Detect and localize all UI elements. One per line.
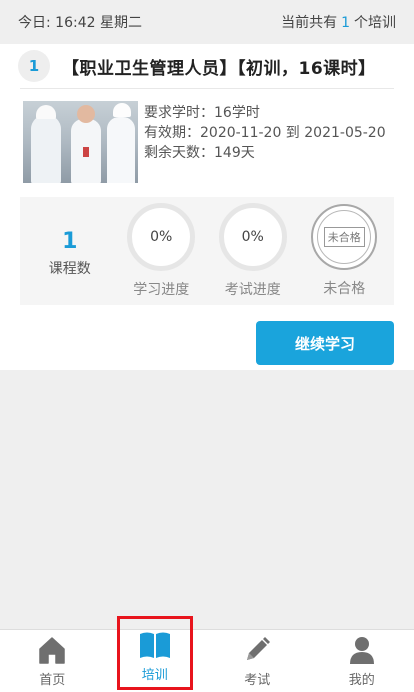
exam-progress-value: 0% <box>241 229 264 245</box>
required-hours: 要求学时：16学时 <box>144 105 260 121</box>
tab-exam-label: 考试 <box>244 673 271 688</box>
progress-stats: 1 课程数 0% 学习进度 0% 考试进度 未合格 未合格 <box>20 197 394 305</box>
course-count-value: 1 <box>62 229 78 254</box>
validity-period: 有效期：2020-11-20 到 2021-05-20 <box>144 125 386 141</box>
exam-progress-ring: 0% <box>218 203 287 271</box>
tab-exam[interactable]: 考试 <box>217 630 297 692</box>
action-row: 继续学习 <box>20 321 394 365</box>
tab-profile-label: 我的 <box>348 673 375 688</box>
result-label: 未合格 <box>323 281 366 297</box>
cover-figure <box>31 115 61 183</box>
continue-learning-button[interactable]: 继续学习 <box>256 321 394 365</box>
exam-progress-label: 考试进度 <box>224 282 281 298</box>
course-title-row[interactable]: 1 【职业卫生管理人员】【初训，16课时】 <box>18 44 394 89</box>
book-icon <box>138 630 172 660</box>
course-details: 要求学时：16学时 有效期：2020-11-20 到 2021-05-20 剩余… <box>144 101 386 183</box>
tab-training-label: 培训 <box>141 668 168 683</box>
course-title[interactable]: 【职业卫生管理人员】【初训，16课时】 <box>62 54 376 79</box>
stamp-text: 未合格 <box>323 227 365 247</box>
cover-figure <box>36 105 56 119</box>
course-index-badge: 1 <box>18 50 50 82</box>
remaining-days: 剩余天数：149天 <box>144 145 255 161</box>
pencil-icon <box>242 635 272 665</box>
top-status-bar: 今日: 16:42 星期二 当前共有 1 个培训 <box>0 0 414 44</box>
training-summary: 当前共有 1 个培训 <box>281 12 396 32</box>
date-prefix: 今日: <box>18 15 51 31</box>
cover-figure <box>77 105 95 123</box>
exam-progress-stat: 0% 考试进度 <box>213 203 293 299</box>
summary-suffix: 个培训 <box>354 15 396 31</box>
bottom-tab-bar: 首页 培训 考试 我的 <box>0 616 414 692</box>
course-count-label: 课程数 <box>48 261 91 277</box>
training-card[interactable]: 1 【职业卫生管理人员】【初训，16课时】 要求学时：16学时 有效期：2020… <box>0 44 414 370</box>
training-count: 1 <box>341 15 350 31</box>
cover-figure <box>83 147 89 157</box>
result-stat: 未合格 未合格 <box>304 204 384 298</box>
current-date: 今日: 16:42 星期二 <box>18 12 142 32</box>
course-cover-image[interactable] <box>23 101 138 183</box>
study-progress-ring: 0% <box>127 203 196 271</box>
user-icon <box>347 635 377 665</box>
home-icon <box>37 635 67 665</box>
cover-figure <box>107 117 135 183</box>
stamp-inner-ring: 未合格 <box>317 210 372 264</box>
course-count-stat: 1 课程数 <box>30 224 110 278</box>
study-progress-value: 0% <box>150 229 173 245</box>
tab-home-label: 首页 <box>39 673 66 688</box>
summary-prefix: 当前共有 <box>281 15 338 31</box>
fail-stamp: 未合格 <box>311 204 378 270</box>
study-progress-label: 学习进度 <box>133 282 190 298</box>
cover-figure <box>113 103 131 117</box>
tab-home[interactable]: 首页 <box>12 630 92 692</box>
current-time: 16:42 <box>55 15 96 31</box>
course-info: 要求学时：16学时 有效期：2020-11-20 到 2021-05-20 剩余… <box>20 89 394 183</box>
study-progress-stat: 0% 学习进度 <box>121 203 201 299</box>
weekday: 星期二 <box>99 15 142 31</box>
tab-profile[interactable]: 我的 <box>322 630 402 692</box>
tab-training[interactable]: 培训 <box>116 616 193 690</box>
